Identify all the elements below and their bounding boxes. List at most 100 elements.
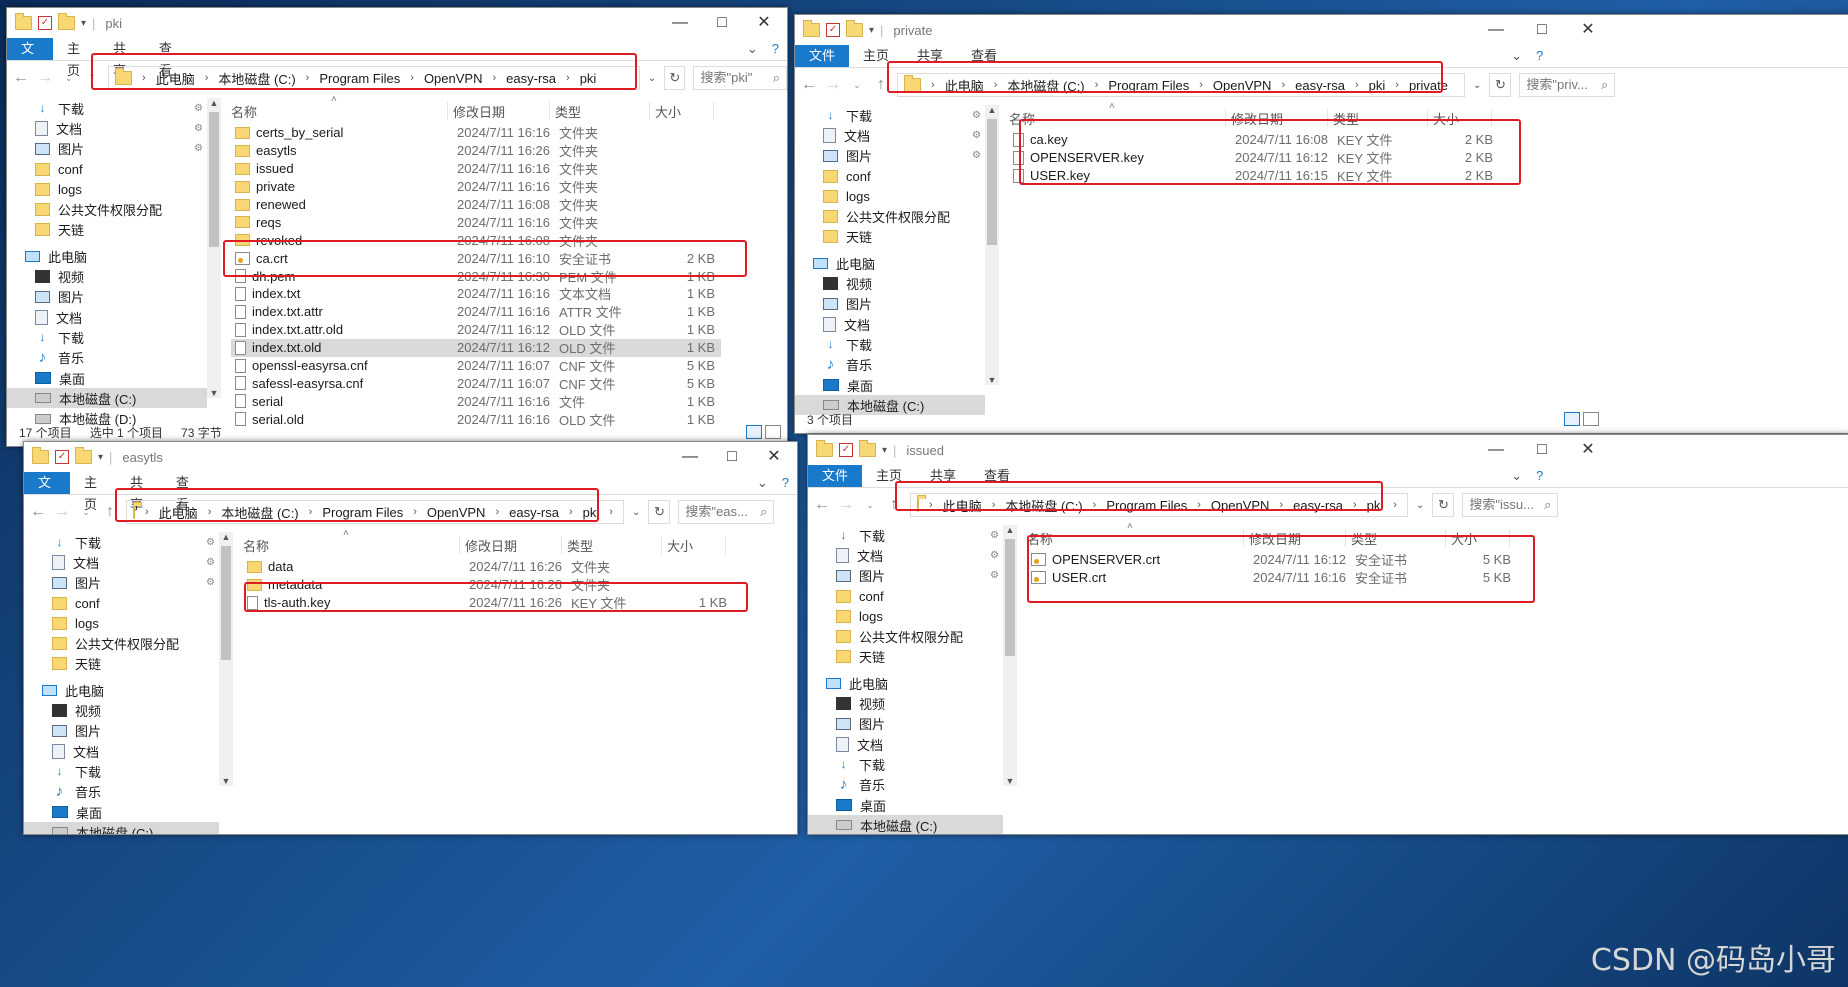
refresh-icon[interactable]: ↻	[648, 500, 671, 524]
breadcrumb-item[interactable]: Program Files	[1106, 498, 1187, 513]
breadcrumb-item[interactable]: 此电脑	[943, 496, 982, 515]
column-divider[interactable]	[1491, 109, 1492, 127]
nav-item[interactable]: logs	[7, 179, 207, 199]
file-row[interactable]: index.txt.attr.old 2024/7/11 16:12 OLD 文…	[231, 321, 721, 339]
pin-icon[interactable]: ⚙	[990, 550, 999, 561]
forward-icon[interactable]: →	[825, 76, 841, 94]
breadcrumb-separator[interactable]: ›	[929, 499, 933, 511]
pin-icon[interactable]: ⚙	[206, 557, 215, 568]
breadcrumb-item[interactable]: 此电脑	[945, 76, 984, 95]
back-icon[interactable]: ←	[801, 76, 817, 94]
close-button[interactable]: ✕	[1565, 15, 1611, 45]
up-icon[interactable]: ↑	[85, 69, 101, 87]
minimize-button[interactable]: —	[657, 8, 703, 38]
ribbon-tab[interactable]: 查看	[957, 45, 1011, 67]
address-bar[interactable]: › 此电脑 › 本地磁盘 (C:) › Program Files › OpenVPN…	[126, 500, 624, 524]
column-header[interactable]: 类型	[555, 102, 581, 121]
column-divider[interactable]	[459, 536, 460, 554]
large-icons-view-icon[interactable]	[1583, 412, 1599, 426]
nav-item[interactable]: 公共文件权限分配	[808, 626, 1003, 646]
address-dropdown-icon[interactable]: ⌄	[632, 507, 640, 518]
up-icon[interactable]: ↑	[886, 496, 902, 514]
nav-item[interactable]: 图片 ⚙	[24, 573, 219, 593]
breadcrumb-item[interactable]: OpenVPN	[424, 71, 483, 86]
refresh-icon[interactable]: ↻	[664, 66, 686, 90]
maximize-button[interactable]: □	[1519, 15, 1565, 45]
nav-item[interactable]: 此电脑	[795, 253, 985, 273]
column-divider[interactable]	[713, 102, 714, 120]
nav-item[interactable]: conf	[808, 586, 1003, 606]
file-row[interactable]: issued 2024/7/11 16:16 文件夹	[231, 160, 721, 178]
ribbon-tab[interactable]: 文件	[795, 45, 850, 67]
nav-item[interactable]: 文档	[24, 741, 219, 761]
maximize-button[interactable]: □	[699, 8, 745, 38]
breadcrumb-separator[interactable]: ›	[1395, 79, 1399, 91]
nav-item[interactable]: 公共文件权限分配	[795, 206, 985, 226]
nav-item[interactable]: 天链	[24, 654, 219, 674]
column-divider[interactable]	[649, 102, 650, 120]
pin-icon[interactable]: ⚙	[206, 537, 215, 548]
file-row[interactable]: metadata 2024/7/11 16:26 文件夹	[243, 576, 733, 594]
maximize-button[interactable]: □	[709, 442, 755, 472]
file-row[interactable]: dh.pem 2024/7/11 16:30 PEM 文件 1 KB	[231, 267, 721, 285]
column-header[interactable]: 修改日期	[1249, 529, 1301, 548]
expand-ribbon-icon[interactable]: ⌄	[751, 472, 774, 494]
nav-item[interactable]: 文档 ⚙	[795, 125, 985, 145]
nav-item[interactable]: logs	[795, 186, 985, 206]
minimize-button[interactable]: —	[1473, 15, 1519, 45]
nav-item[interactable]: 图片	[808, 714, 1003, 734]
refresh-icon[interactable]: ↻	[1489, 73, 1512, 97]
help-icon[interactable]: ?	[1528, 465, 1551, 487]
breadcrumb-separator[interactable]: ›	[492, 72, 496, 84]
nav-item[interactable]: logs	[24, 613, 219, 633]
column-divider[interactable]	[661, 536, 662, 554]
file-row[interactable]: data 2024/7/11 16:26 文件夹	[243, 558, 733, 576]
nav-scrollbar[interactable]: ▲ ▼	[985, 105, 999, 385]
nav-scrollbar[interactable]: ▲ ▼	[219, 532, 233, 786]
ribbon-tab[interactable]: 文件	[24, 472, 70, 512]
nav-item[interactable]: conf	[7, 159, 207, 179]
nav-item[interactable]: 图片 ⚙	[7, 139, 207, 159]
nav-item[interactable]: 桌面	[795, 375, 985, 395]
nav-item[interactable]: conf	[24, 593, 219, 613]
breadcrumb-separator[interactable]: ›	[1281, 79, 1285, 91]
nav-item[interactable]: conf	[795, 166, 985, 186]
scroll-down-icon[interactable]: ▼	[985, 375, 999, 385]
breadcrumb-separator[interactable]: ›	[1279, 499, 1283, 511]
nav-item[interactable]: 图片 ⚙	[795, 146, 985, 166]
breadcrumb-separator[interactable]: ›	[609, 506, 613, 518]
nav-item[interactable]: 文档 ⚙	[7, 118, 207, 138]
file-row[interactable]: openssl-easyrsa.cnf 2024/7/11 16:07 CNF …	[231, 357, 721, 375]
new-folder-icon[interactable]	[75, 447, 92, 464]
file-row[interactable]: safessl-easyrsa.cnf 2024/7/11 16:07 CNF …	[231, 374, 721, 392]
scroll-up-icon[interactable]: ▲	[1003, 525, 1017, 535]
nav-scrollbar[interactable]: ▲ ▼	[207, 98, 221, 398]
folder-icon[interactable]	[15, 13, 32, 30]
column-divider[interactable]	[1509, 529, 1510, 547]
file-row[interactable]: renewed 2024/7/11 16:08 文件夹	[231, 196, 721, 214]
nav-item[interactable]: 文档 ⚙	[808, 545, 1003, 565]
customize-toolbar-icon[interactable]: ▾	[869, 25, 874, 36]
nav-item[interactable]: ♪ 音乐	[24, 782, 219, 802]
ribbon-tab[interactable]: 查看	[162, 472, 208, 512]
help-icon[interactable]: ?	[764, 38, 787, 60]
ribbon-tab[interactable]: 主页	[70, 472, 116, 512]
column-divider[interactable]	[1225, 109, 1226, 127]
nav-item[interactable]: ↓ 下载 ⚙	[24, 532, 219, 552]
column-header[interactable]: 修改日期	[453, 102, 505, 121]
ribbon-tab[interactable]: 共享	[903, 45, 957, 67]
scroll-down-icon[interactable]: ▼	[1003, 776, 1017, 786]
breadcrumb-item[interactable]: 此电脑	[159, 503, 198, 522]
breadcrumb-separator[interactable]: ›	[413, 506, 417, 518]
minimize-button[interactable]: —	[667, 442, 713, 472]
forward-icon[interactable]: →	[838, 496, 854, 514]
address-bar[interactable]: › 此电脑 › 本地磁盘 (C:) › Program Files › OpenVPN…	[897, 73, 1465, 97]
breadcrumb-item[interactable]: easytls	[623, 505, 624, 520]
breadcrumb-item[interactable]: 本地磁盘 (C:)	[218, 69, 295, 88]
recent-locations-icon[interactable]: ⌄	[862, 500, 878, 511]
folder-icon[interactable]	[803, 20, 820, 37]
column-divider[interactable]	[1427, 109, 1428, 127]
refresh-icon[interactable]: ↻	[1432, 493, 1455, 517]
nav-item[interactable]: ↓ 下载 ⚙	[7, 98, 207, 118]
file-row[interactable]: USER.crt 2024/7/11 16:16 安全证书 5 KB	[1027, 569, 1517, 587]
